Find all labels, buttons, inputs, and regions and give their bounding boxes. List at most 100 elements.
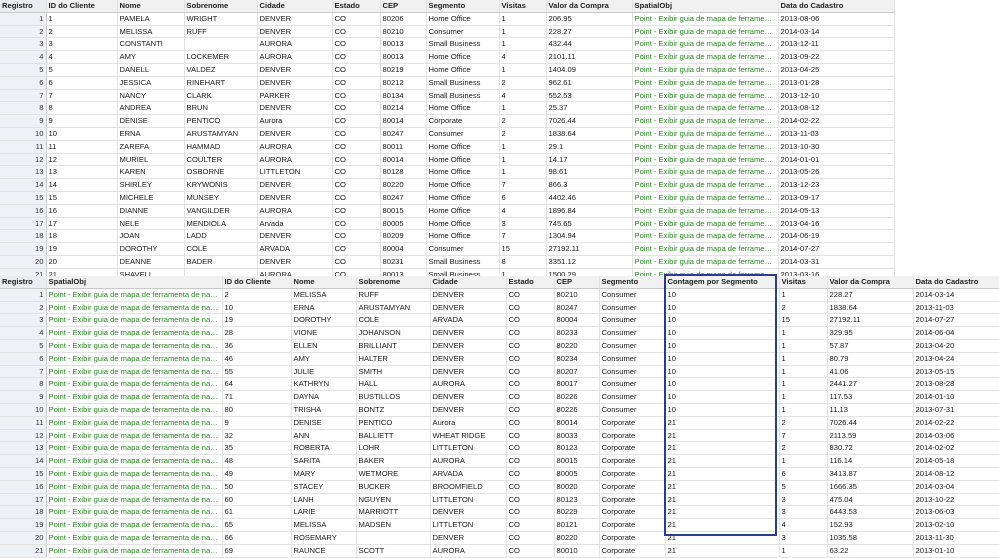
cell-cep[interactable]: 80220 (554, 339, 600, 353)
cell-id-do-cliente[interactable]: 15 (46, 191, 118, 205)
cell-id-do-cliente[interactable]: 80 (222, 403, 292, 417)
cell-sobrenome[interactable]: COULTER (184, 153, 258, 167)
cell-estado[interactable]: CO (506, 505, 555, 520)
cell-segmento[interactable]: Consumer (599, 339, 666, 353)
cell-nome[interactable]: ZAREFA (117, 140, 185, 154)
cell-cidade[interactable]: WHEAT RIDGE (430, 429, 507, 443)
cell-cidade[interactable]: LITTLETON (257, 165, 333, 180)
cell-sobrenome[interactable]: BALLIETT (356, 429, 431, 443)
cell-valor-da-compra[interactable]: 432.44 (546, 37, 633, 52)
cell-visitas[interactable]: 4 (499, 50, 547, 64)
cell-visitas[interactable]: 3 (779, 531, 828, 545)
cell-segmento[interactable]: Small Business (426, 89, 500, 103)
cell-data-do-cadastro[interactable]: 2013-05-15 (913, 365, 999, 379)
table-row[interactable]: 7 7 NANCY CLARK PARKER CO 80134 Small Business 4… (0, 89, 895, 103)
table-row[interactable]: 15 15 MICHELE MUNSEY DENVER CO 80247 Home Offic… (0, 191, 895, 205)
cell-cep[interactable]: 80033 (554, 429, 600, 443)
cell-sobrenome[interactable]: LOCKEMER (184, 50, 258, 64)
cell-estado[interactable]: CO (332, 153, 381, 167)
cell-contagem-por-segmento[interactable]: 10 (665, 301, 780, 315)
cell-id-do-cliente[interactable]: 2 (46, 25, 118, 39)
cell-data-do-cadastro[interactable]: 2013-12-11 (778, 37, 895, 52)
cell-valor-da-compra[interactable]: 329.95 (827, 326, 914, 340)
column-header-sobrenome[interactable]: Sobrenome (184, 0, 258, 13)
cell-nome[interactable]: MURIEL (117, 153, 185, 167)
cell-id-do-cliente[interactable]: 65 (222, 518, 292, 532)
cell-valor-da-compra[interactable]: 7026.44 (827, 416, 914, 430)
cell-visitas[interactable]: 1 (779, 544, 828, 558)
column-header-id-do-cliente[interactable]: ID do Cliente (222, 276, 292, 289)
cell-visitas[interactable]: 3 (499, 217, 547, 231)
cell-nome[interactable]: TRISHA (291, 403, 357, 417)
cell-estado[interactable]: CO (332, 37, 381, 52)
table-row[interactable]: 20 20 DEANNE BADER DENVER CO 80231 Small Busine… (0, 255, 895, 269)
cell-cidade[interactable]: DENVER (257, 63, 333, 77)
cell-sobrenome[interactable]: JOHANSON (356, 326, 431, 340)
table-row[interactable]: 7 Point - Exibir guia de mapa de ferramen… (0, 365, 999, 379)
cell-spatialobj[interactable]: Point - Exibir guia de mapa de ferrament… (632, 140, 779, 154)
cell-contagem-por-segmento[interactable]: 21 (665, 429, 780, 443)
cell-segmento[interactable]: Consumer (599, 326, 666, 340)
cell-cep[interactable]: 80219 (380, 63, 427, 77)
cell-segmento[interactable]: Corporate (599, 467, 666, 481)
cell-cidade[interactable]: DENVER (430, 326, 507, 340)
cell-segmento[interactable]: Corporate (599, 454, 666, 468)
cell-nome[interactable]: PAMELA (117, 12, 185, 26)
cell-cep[interactable]: 80014 (380, 114, 427, 128)
cell-segmento[interactable]: Home Office (426, 50, 500, 64)
cell-visitas[interactable]: 8 (499, 255, 547, 269)
cell-valor-da-compra[interactable]: 866.3 (546, 178, 633, 192)
cell-nome[interactable]: MARY (291, 467, 357, 481)
cell-contagem-por-segmento[interactable]: 10 (665, 326, 780, 340)
cell-id-do-cliente[interactable]: 8 (46, 101, 118, 116)
cell-segmento[interactable]: Corporate (599, 544, 666, 558)
cell-nome[interactable]: NANCY (117, 89, 185, 103)
cell-estado[interactable]: CO (332, 76, 381, 90)
cell-segmento[interactable]: Consumer (599, 301, 666, 315)
cell-visitas[interactable]: 1 (779, 326, 828, 340)
table-row[interactable]: 14 14 SHIRLEY KRYWONIS DENVER CO 80220 Home Off… (0, 178, 895, 192)
cell-id-do-cliente[interactable]: 46 (222, 352, 292, 366)
cell-nome[interactable]: AMY (117, 50, 185, 64)
cell-spatialobj[interactable]: Point - Exibir guia de mapa de ferrament… (46, 390, 223, 404)
cell-cidade[interactable]: ARVADA (430, 313, 507, 328)
column-header-contagem-por-segmento[interactable]: Contagem por Segmento (665, 276, 780, 289)
cell-cidade[interactable]: AURORA (430, 454, 507, 468)
cell-estado[interactable]: CO (332, 204, 381, 218)
cell-nome[interactable]: CONSTANTI (117, 37, 185, 52)
cell-segmento[interactable]: Home Office (426, 191, 500, 205)
table-row[interactable]: 6 6 JESSICA RINEHART DENVER CO 80212 Small Busi… (0, 76, 895, 90)
table-row[interactable]: 13 Point - Exibir guia de mapa de ferrame… (0, 441, 999, 456)
cell-nome[interactable]: LANH (291, 493, 357, 507)
cell-contagem-por-segmento[interactable]: 21 (665, 544, 780, 558)
table-row[interactable]: 3 Point - Exibir guia de mapa de ferramen… (0, 313, 999, 328)
cell-data-do-cadastro[interactable]: 2014-01-10 (913, 390, 999, 404)
cell-sobrenome[interactable] (356, 531, 431, 545)
cell-data-do-cadastro[interactable]: 2014-03-14 (778, 25, 895, 39)
cell-visitas[interactable]: 15 (499, 242, 547, 256)
cell-spatialobj[interactable]: Point - Exibir guia de mapa de ferrament… (46, 441, 223, 456)
cell-spatialobj[interactable]: Point - Exibir guia de mapa de ferrament… (46, 429, 223, 443)
cell-segmento[interactable]: Consumer (599, 288, 666, 302)
cell-nome[interactable]: DENISE (117, 114, 185, 128)
cell-valor-da-compra[interactable]: 962.61 (546, 76, 633, 90)
cell-cep[interactable]: 80015 (554, 454, 600, 468)
cell-sobrenome[interactable]: BUSTILLOS (356, 390, 431, 404)
cell-valor-da-compra[interactable]: 80.79 (827, 352, 914, 366)
cell-id-do-cliente[interactable]: 1 (46, 12, 118, 26)
cell-contagem-por-segmento[interactable]: 10 (665, 339, 780, 353)
cell-visitas[interactable]: 6 (499, 191, 547, 205)
results-grid-output[interactable]: Registro SpatialObj ID do Cliente Nome Sobre… (0, 276, 999, 558)
cell-spatialobj[interactable]: Point - Exibir guia de mapa de ferrament… (46, 480, 223, 494)
cell-id-do-cliente[interactable]: 5 (46, 63, 118, 77)
cell-cep[interactable]: 80014 (380, 153, 427, 167)
cell-sobrenome[interactable]: OSBORNE (184, 165, 258, 180)
cell-id-do-cliente[interactable]: 28 (222, 326, 292, 340)
cell-cidade[interactable]: LITTLETON (430, 493, 507, 507)
cell-segmento[interactable]: Home Office (426, 63, 500, 77)
cell-contagem-por-segmento[interactable]: 21 (665, 493, 780, 507)
cell-cep[interactable]: 80014 (554, 416, 600, 430)
table-row[interactable]: 2 Point - Exibir guia de mapa de ferramen… (0, 301, 999, 315)
cell-cep[interactable]: 80121 (554, 518, 600, 532)
table-row[interactable]: 16 Point - Exibir guia de mapa de ferrame… (0, 480, 999, 494)
